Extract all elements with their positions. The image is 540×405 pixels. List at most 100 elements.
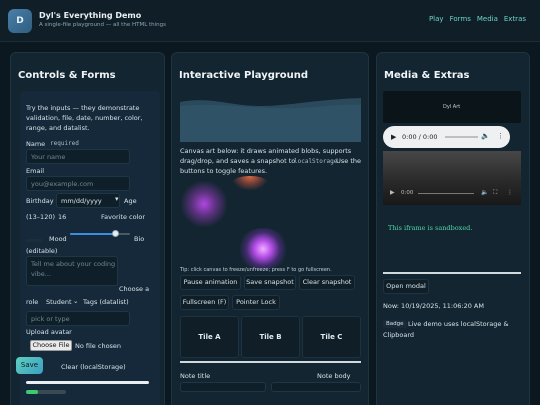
playground-heading: Interactive Playground: [179, 70, 309, 81]
email-label: Email: [26, 167, 45, 175]
playground-desc-line-1: Canvas art below: it draws animated blob…: [180, 147, 352, 155]
role-label-b: role: [26, 298, 39, 306]
nav-media[interactable]: Media: [477, 15, 498, 23]
name-required-chip: required: [50, 140, 79, 147]
blob-orange: [232, 176, 268, 190]
email-input[interactable]: you@example.com: [26, 176, 130, 191]
audio-play-icon[interactable]: ▶: [391, 133, 396, 141]
favorite-color-label: Favorite color: [101, 213, 146, 221]
bio-textarea[interactable]: Tell me about your coding vibe...: [26, 256, 118, 286]
top-nav: Play Forms Media Extras: [429, 15, 526, 23]
fullscreen-icon[interactable]: ⛶: [493, 189, 497, 197]
audio-player[interactable]: ▶ 0:00 / 0:00 🔈 ⋮: [383, 126, 510, 148]
controls-intro-line-2: validation, file, date, number, color,: [26, 114, 143, 122]
clear-storage-button[interactable]: Clear (localStorage): [61, 363, 126, 371]
video-play-icon[interactable]: ▶: [390, 189, 395, 196]
audio-scrubber[interactable]: [445, 136, 478, 138]
role-chevron-icon: ⌄: [73, 297, 79, 305]
bio-editable-label: (editable): [26, 247, 58, 255]
nav-play[interactable]: Play: [429, 15, 444, 23]
app-logo: D: [8, 9, 32, 33]
mood-label: Mood: [49, 235, 67, 243]
playground-desc-line-3: buttons to toggle features.: [180, 167, 268, 175]
controls-intro-line-3: range, and datalist.: [26, 124, 90, 132]
progress-fill: [26, 390, 38, 394]
dyl-art-canvas: Dyl Art: [383, 91, 521, 123]
bio-placeholder-line-1: Tell me about your coding: [31, 260, 116, 268]
video-volume-icon[interactable]: 🔈: [481, 189, 488, 196]
playground-divider: [180, 361, 361, 363]
age-input[interactable]: 16: [58, 213, 66, 221]
nav-extras[interactable]: Extras: [504, 15, 526, 23]
bio-placeholder-line-2: vibe...: [31, 270, 51, 278]
wave-canvas[interactable]: [180, 96, 361, 142]
file-status: No file chosen: [75, 342, 122, 350]
tile-b[interactable]: Tile B: [241, 316, 300, 358]
sandboxed-iframe: This iframe is sandboxed.: [383, 210, 521, 272]
controls-intro-line-1: Try the inputs — they demonstrate: [26, 104, 140, 112]
art-label: Dyl Art: [443, 104, 461, 110]
note-title-label: Note title: [180, 372, 211, 380]
audio-time: 0:00 / 0:00: [402, 133, 438, 141]
media-heading: Media & Extras: [384, 70, 470, 81]
note-body-label: Note body: [317, 372, 351, 380]
tip-text-a: Tip: click canvas to freeze/unfreeze; pr…: [180, 267, 286, 273]
progress-track-top: [26, 381, 149, 384]
canvas-tip: Tip: click canvas to freeze/unfreeze; pr…: [180, 267, 332, 273]
mood-slider-fill: [70, 233, 115, 235]
color-swatch[interactable]: [26, 239, 42, 242]
badge-desc-line-2: Clipboard: [383, 331, 415, 339]
more-options-icon[interactable]: ⋮: [497, 132, 504, 140]
calendar-icon[interactable]: ▾: [115, 195, 119, 203]
tags-input[interactable]: pick or type: [26, 311, 130, 326]
volume-icon[interactable]: 🔈: [481, 132, 490, 140]
note-title-input[interactable]: [180, 382, 266, 392]
role-select[interactable]: Student: [46, 298, 72, 306]
birthday-input[interactable]: mm/dd/yyyy: [56, 193, 120, 208]
save-button[interactable]: Save: [16, 357, 43, 374]
app-title: Dyl's Everything Demo: [39, 11, 142, 20]
bio-label: Bio: [134, 235, 145, 243]
choose-file-button[interactable]: Choose File: [30, 340, 72, 351]
video-more-icon[interactable]: ⋮: [507, 189, 513, 196]
status-badge: Badge: [383, 320, 407, 328]
controls-heading: Controls & Forms: [18, 70, 116, 81]
note-body-input[interactable]: [271, 382, 361, 392]
blob-purple: [237, 228, 289, 270]
mood-slider-knob[interactable]: [112, 230, 119, 237]
tip-key: F: [286, 267, 290, 273]
tile-c[interactable]: Tile C: [302, 316, 361, 358]
media-divider: [383, 272, 521, 274]
tags-label: Tags (datalist): [83, 298, 129, 306]
top-bar: D Dyl's Everything Demo A single-file pl…: [0, 0, 540, 42]
iframe-text: This iframe is sandboxed.: [388, 224, 473, 232]
clear-snapshot-button[interactable]: Clear snapshot: [299, 275, 355, 290]
pause-animation-button[interactable]: Pause animation: [180, 275, 241, 290]
video-time: 0:00: [401, 190, 414, 196]
progress-bar: [26, 390, 66, 394]
video-player[interactable]: ▶ 0:00 🔈 ⛶ ⋮: [383, 151, 521, 205]
playground-desc-line-2a: drag/drop, and saves a snapshot to: [180, 157, 296, 165]
blob-violet: [180, 180, 228, 228]
clock-text: Now: 10/19/2025, 11:06:20 AM: [383, 302, 484, 310]
name-label: Name: [26, 140, 46, 148]
role-label-a: Choose a: [119, 285, 150, 293]
birthday-label: Birthday: [26, 197, 54, 205]
fullscreen-button[interactable]: Fullscreen (F): [180, 295, 229, 310]
age-label: Age: [124, 197, 137, 205]
playground-desc-line-2b: . Use the: [332, 157, 362, 165]
badge-desc-line-1: Live demo uses localStorage &: [408, 320, 509, 328]
open-modal-button[interactable]: Open modal: [383, 279, 429, 294]
tip-text-b: to go fullscreen.: [291, 267, 332, 273]
age-range-label: (13–120): [26, 213, 55, 221]
nav-forms[interactable]: Forms: [450, 15, 471, 23]
name-input[interactable]: Your name: [26, 149, 130, 164]
tile-a[interactable]: Tile A: [180, 316, 239, 358]
save-snapshot-button[interactable]: Save snapshot: [244, 275, 296, 290]
video-scrubber[interactable]: [418, 193, 474, 194]
app-subtitle: A single-file playground — all the HTML …: [39, 22, 167, 28]
localstorage-code: localStorage: [294, 158, 338, 165]
blob-canvas[interactable]: [180, 176, 361, 270]
pointer-lock-button[interactable]: Pointer Lock: [232, 295, 280, 310]
avatar-label: Upload avatar: [26, 328, 72, 336]
